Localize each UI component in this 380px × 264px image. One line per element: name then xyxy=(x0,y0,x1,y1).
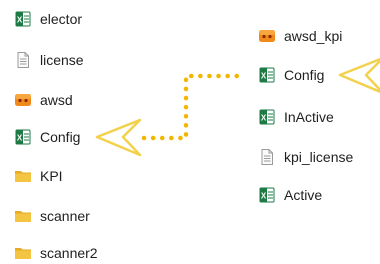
left-arrowhead-icon xyxy=(95,118,142,157)
right-arrowhead-icon xyxy=(338,57,380,94)
file-label: InActive xyxy=(284,109,334,125)
svg-text:X: X xyxy=(261,192,267,201)
file-label: kpi_license xyxy=(284,149,354,165)
file-label: scanner2 xyxy=(40,245,98,261)
file-item-scanner-folder[interactable]: scanner xyxy=(14,205,90,227)
file-label: Active xyxy=(284,187,323,203)
text-file-icon xyxy=(14,51,32,69)
file-item-awsd[interactable]: awsd xyxy=(14,89,73,111)
file-label: license xyxy=(40,52,84,68)
excel-file-icon: X xyxy=(14,128,32,146)
svg-text:X: X xyxy=(17,134,23,143)
dotted-connector xyxy=(141,73,245,141)
folder-icon xyxy=(14,167,32,185)
file-label: Config xyxy=(284,67,325,83)
file-item-kpi-license[interactable]: kpi_license xyxy=(258,146,353,168)
svg-text:X: X xyxy=(261,72,267,81)
excel-file-icon: X xyxy=(14,10,32,28)
svg-text:X: X xyxy=(261,114,267,123)
file-label: awsd xyxy=(40,92,73,108)
file-label: elector xyxy=(40,11,83,27)
file-item-config-left[interactable]: X Config xyxy=(14,126,80,148)
excel-file-icon: X xyxy=(258,66,276,84)
folder-icon xyxy=(14,244,32,262)
svg-text:X: X xyxy=(17,16,23,25)
file-label: KPI xyxy=(40,168,63,184)
excel-file-icon: X xyxy=(258,186,276,204)
app-exe-icon xyxy=(14,91,32,109)
file-item-elector[interactable]: X elector xyxy=(14,8,82,30)
file-item-kpi-folder[interactable]: KPI xyxy=(14,165,63,187)
excel-file-icon: X xyxy=(258,108,276,126)
file-label: scanner xyxy=(40,208,90,224)
file-label: awsd_kpi xyxy=(284,28,343,44)
text-file-icon xyxy=(258,148,276,166)
file-item-license[interactable]: license xyxy=(14,49,84,71)
file-label: Config xyxy=(40,129,81,145)
folder-icon xyxy=(14,207,32,225)
file-item-inactive[interactable]: X InActive xyxy=(258,106,334,128)
file-item-awsd-kpi[interactable]: awsd_kpi xyxy=(258,25,342,47)
app-exe-icon xyxy=(258,27,276,45)
file-item-active[interactable]: X Active xyxy=(258,184,322,206)
file-item-config-right[interactable]: X Config xyxy=(258,64,324,86)
file-item-scanner2-folder[interactable]: scanner2 xyxy=(14,242,98,264)
